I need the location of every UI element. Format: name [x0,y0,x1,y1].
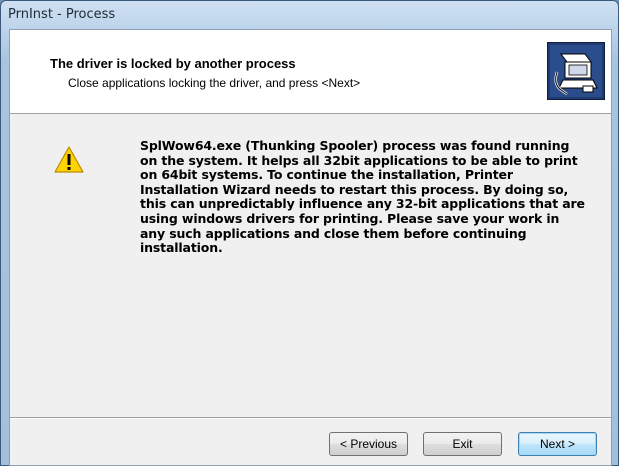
installer-computer-icon [547,42,605,100]
header-subtitle: Close applications locking the driver, a… [68,76,361,90]
window-title: PrnInst - Process [8,7,116,22]
window-frame: PrnInst - Process The driver is locked b… [0,0,619,466]
warning-icon [54,146,84,173]
exit-button[interactable]: Exit [423,432,502,456]
footer-separator [10,417,611,419]
process-warning-message: SplWow64.exe (Thunking Spooler) process … [140,138,585,256]
wizard-client-area: The driver is locked by another process … [9,29,612,466]
title-bar[interactable]: PrnInst - Process [1,1,618,29]
header-title: The driver is locked by another process [50,56,296,71]
previous-button[interactable]: < Previous [329,432,408,456]
wizard-header: The driver is locked by another process … [10,30,611,114]
next-button[interactable]: Next > [518,432,597,456]
